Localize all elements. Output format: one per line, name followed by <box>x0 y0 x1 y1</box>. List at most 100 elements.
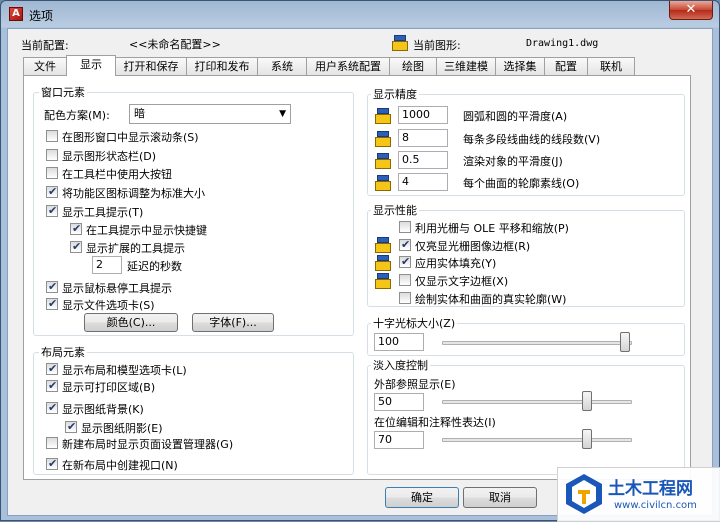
inplace-edit-label: 在位编辑和注释性表达(I) <box>374 416 496 429</box>
tab-drafting[interactable]: 绘图 <box>389 57 437 75</box>
civilcn-logo-icon <box>566 474 602 514</box>
tab-open-save[interactable]: 打开和保存 <box>115 57 187 75</box>
tab-selection[interactable]: 选择集 <box>495 57 545 75</box>
checkbox-box[interactable] <box>399 255 411 268</box>
checkbox-box[interactable] <box>46 379 58 392</box>
current-profile-label: 当前配置: <box>21 39 69 52</box>
checkbox-box[interactable] <box>70 222 82 235</box>
tab-profiles[interactable]: 配置 <box>544 57 588 75</box>
fade-control-title: 淡入度控制 <box>371 357 430 373</box>
checkbox-label: 新建布局时显示页面设置管理器(G) <box>62 438 234 451</box>
checkbox-box[interactable] <box>70 240 82 253</box>
xref-display-input[interactable]: 50 <box>374 393 424 411</box>
current-drawing-label: 当前图形: <box>413 39 461 52</box>
drawing-icon <box>392 35 408 51</box>
tab-files[interactable]: 文件 <box>23 57 67 75</box>
crosshair-size-slider-track[interactable] <box>442 341 632 345</box>
tab-3d-modeling[interactable]: 三维建模 <box>436 57 496 75</box>
title-bar[interactable]: A 选项 ✕ <box>1 1 719 28</box>
xref-display-slider-thumb[interactable] <box>582 391 592 411</box>
crosshair-size-input[interactable]: 100 <box>374 333 424 351</box>
drawing-saved-icon <box>375 237 391 253</box>
checkbox-label: 仅亮显光栅图像边框(R) <box>415 240 531 253</box>
drawing-saved-icon <box>375 273 391 289</box>
polyline-segments-input[interactable]: 8 <box>398 129 448 147</box>
checkbox-label: 在图形窗口中显示滚动条(S) <box>62 131 199 144</box>
watermark-url: www.civilcn.com <box>614 500 697 511</box>
current-drawing-value: Drawing1.dwg <box>526 38 599 49</box>
checkbox-box[interactable] <box>46 362 58 375</box>
contour-lines-input[interactable]: 4 <box>398 173 448 191</box>
checkbox-label: 显示工具提示(T) <box>62 206 144 219</box>
checkbox-box[interactable] <box>65 420 77 433</box>
tooltip-delay-input[interactable]: 2 <box>92 256 122 274</box>
checkbox-label: 在新布局中创建视口(N) <box>62 459 178 472</box>
display-resolution-title: 显示精度 <box>371 86 419 102</box>
chevron-down-icon: ▼ <box>279 109 286 119</box>
drawing-saved-icon <box>375 153 391 169</box>
close-button[interactable]: ✕ <box>669 1 713 20</box>
arc-smoothness-input[interactable]: 1000 <box>398 106 448 124</box>
inplace-edit-slider-thumb[interactable] <box>582 429 592 449</box>
checkbox-label: 显示鼠标悬停工具提示 <box>62 282 172 295</box>
color-scheme-value: 暗 <box>134 107 145 120</box>
drawing-saved-icon <box>375 131 391 147</box>
tab-strip: 文件 显示 打开和保存 打印和发布 系统 用户系统配置 绘图 三维建模 选择集 … <box>23 55 703 76</box>
window-title: 选项 <box>29 9 54 23</box>
drawing-saved-icon <box>375 108 391 124</box>
contour-lines-label: 每个曲面的轮廓素线(O) <box>463 177 580 190</box>
checkbox-box[interactable] <box>399 292 411 304</box>
checkbox-label: 在工具栏中使用大按钮 <box>62 168 172 181</box>
tab-display[interactable]: 显示 <box>66 55 116 76</box>
checkbox-box[interactable] <box>46 280 58 293</box>
checkbox-label: 应用实体填充(Y) <box>415 257 497 270</box>
display-tab-panel: 窗口元素 配色方案(M): 暗 ▼ 在图形窗口中显示滚动条(S) 显示图形状态栏… <box>23 75 691 480</box>
checkbox-label: 显示图纸阴影(E) <box>81 422 163 435</box>
checkbox-label: 显示文件选项卡(S) <box>62 299 155 312</box>
checkbox-box[interactable] <box>46 401 58 414</box>
tab-online[interactable]: 联机 <box>587 57 635 75</box>
tab-system[interactable]: 系统 <box>257 57 307 75</box>
color-scheme-label: 配色方案(M): <box>44 109 110 122</box>
checkbox-box[interactable] <box>399 221 411 233</box>
checkbox-box[interactable] <box>46 130 58 142</box>
layout-elements-title: 布局元素 <box>39 344 87 360</box>
fonts-button[interactable]: 字体(F)... <box>192 313 274 332</box>
rendered-smoothness-input[interactable]: 0.5 <box>398 151 448 169</box>
checkbox-box[interactable] <box>399 238 411 251</box>
inplace-edit-slider-track[interactable] <box>442 438 632 442</box>
checkbox-label: 显示扩展的工具提示 <box>86 242 185 255</box>
tab-user-preferences[interactable]: 用户系统配置 <box>306 57 390 75</box>
rendered-smoothness-label: 渲染对象的平滑度(J) <box>463 155 563 168</box>
checkbox-box[interactable] <box>399 274 411 286</box>
checkbox-box[interactable] <box>46 185 58 198</box>
options-dialog: A 选项 ✕ 当前配置: <<未命名配置>> 当前图形: Drawing1.dw… <box>0 0 720 522</box>
colors-button[interactable]: 颜色(C)... <box>84 313 178 332</box>
drawing-saved-icon <box>375 255 391 271</box>
window-elements-title: 窗口元素 <box>39 84 87 100</box>
checkbox-box[interactable] <box>46 204 58 217</box>
checkbox-box[interactable] <box>46 457 58 470</box>
cancel-button[interactable]: 取消 <box>463 487 537 508</box>
color-scheme-select[interactable]: 暗 ▼ <box>129 104 291 124</box>
display-performance-title: 显示性能 <box>371 202 419 218</box>
checkbox-box[interactable] <box>46 149 58 161</box>
checkbox-box[interactable] <box>46 437 58 449</box>
checkbox-label: 显示可打印区域(B) <box>62 381 156 394</box>
autocad-app-icon: A <box>9 7 23 21</box>
checkbox-box[interactable] <box>46 167 58 179</box>
watermark: 土木工程网 www.civilcn.com <box>557 467 720 522</box>
tab-plot-publish[interactable]: 打印和发布 <box>186 57 258 75</box>
arc-smoothness-label: 圆弧和圆的平滑度(A) <box>463 110 568 123</box>
crosshair-size-slider-thumb[interactable] <box>620 332 630 352</box>
tooltip-delay-label: 延迟的秒数 <box>127 260 182 273</box>
xref-display-slider-track[interactable] <box>442 400 632 404</box>
current-profile-value: <<未命名配置>> <box>129 38 221 51</box>
inplace-edit-input[interactable]: 70 <box>374 431 424 449</box>
ok-button[interactable]: 确定 <box>385 487 459 508</box>
polyline-segments-label: 每条多段线曲线的线段数(V) <box>463 133 601 146</box>
checkbox-label: 绘制实体和曲面的真实轮廓(W) <box>415 293 567 306</box>
checkbox-box[interactable] <box>46 297 58 310</box>
crosshair-size-title: 十字光标大小(Z) <box>371 315 458 331</box>
xref-display-label: 外部参照显示(E) <box>374 378 456 391</box>
